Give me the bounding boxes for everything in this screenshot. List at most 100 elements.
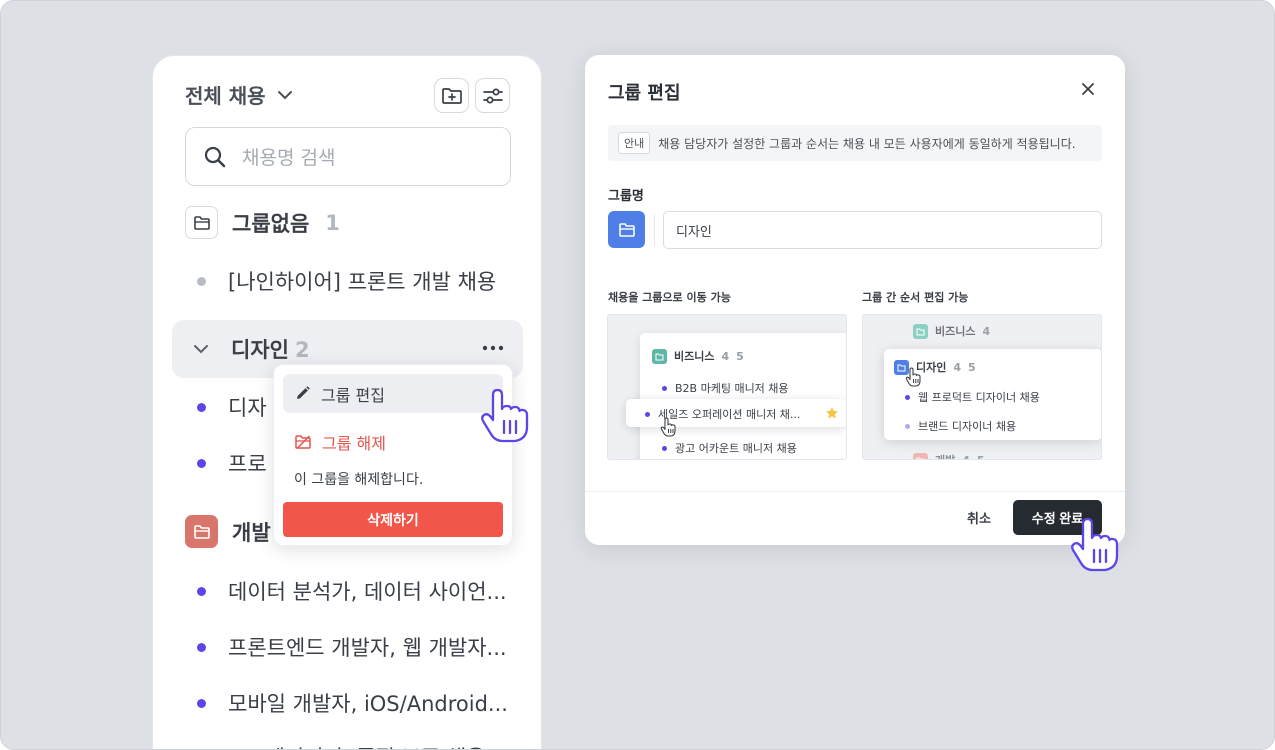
preview-group: 비즈니스 4 [913, 323, 990, 339]
group-options-menu: 그룹 편집 그룹 해제 이 그룹을 해제합니다. 삭제하기 [273, 364, 513, 546]
preview-group-name: 개발 [935, 452, 955, 459]
preview-item: 브랜드 디자이너 채용 [905, 418, 1016, 434]
list-item[interactable]: 프로 [197, 448, 267, 478]
sidebar-title-dropdown[interactable]: 전체 채용 [185, 80, 294, 109]
group-count: 2 [294, 338, 310, 362]
preview-item-label: 웹 프로덕트 디자이너 채용 [918, 391, 1040, 404]
preview-group-count-after: 5 [968, 360, 976, 374]
list-item[interactable]: 디자 [197, 392, 267, 422]
group-name-input[interactable]: 디자인 [663, 211, 1102, 249]
preview-item: B2B 마케팅 매니저 채용 [662, 380, 789, 396]
menu-item-label: 그룹 편집 [321, 385, 385, 405]
group-name-value: 디자인 [676, 224, 712, 240]
list-item-label: QA 엔지니어, 품질 보증 채용 [228, 742, 485, 749]
hand-cursor-icon [905, 367, 921, 387]
search-input[interactable]: 채용명 검색 [185, 127, 511, 186]
list-item-label: 데이터 분석가, 데이터 사이언... [228, 580, 507, 604]
bullet-dot [197, 698, 206, 708]
list-item-label: 프로 [228, 452, 267, 476]
list-item-label: 프론트엔드 개발자, 웹 개발자... [228, 636, 507, 660]
group-label: 그룹없음 [232, 211, 310, 236]
cancel-button[interactable]: 취소 [957, 500, 1001, 535]
preview-group-count: 4 [953, 360, 962, 374]
folder-icon [193, 215, 210, 230]
star-icon [826, 407, 838, 419]
preview-group-count: 4 [721, 349, 730, 363]
chevron-down-icon[interactable] [192, 340, 210, 358]
delete-button[interactable]: 삭제하기 [283, 502, 503, 537]
group-label: 개발 [232, 520, 271, 545]
preview-group: 비즈니스 4 5 [652, 348, 744, 364]
edit-group-modal: 그룹 편집 안내 채용 담당자가 설정한 그룹과 순서는 채용 내 모든 사용자… [585, 55, 1125, 545]
preview-reorder-groups: 비즈니스 4 개발 4 5 디자인 4 5 [862, 314, 1102, 460]
bullet-dot [645, 411, 650, 417]
hand-cursor-icon [481, 389, 529, 443]
menu-item-ungroup[interactable]: 그룹 해제 [283, 422, 503, 461]
menu-item-label: 그룹 해제 [322, 433, 386, 453]
list-item[interactable]: 데이터 분석가, 데이터 사이언... [197, 576, 507, 606]
notice-tag: 안내 [618, 132, 651, 154]
preview-group-count: 4 [962, 453, 970, 460]
group-name-label: 그룹명 [608, 189, 644, 204]
bullet-dot [905, 394, 910, 400]
bullet-dot [197, 402, 206, 412]
folder-color-button[interactable] [608, 211, 645, 248]
preview-item-label: 세일즈 오퍼레이션 매니저 채... [658, 408, 801, 421]
list-item-label: 모바일 개발자, iOS/Android... [228, 692, 508, 716]
sliders-icon [482, 88, 503, 103]
preview-group-count: 4 [982, 324, 991, 338]
list-item[interactable]: QA 엔지니어, 품질 보증 채용 [197, 742, 485, 749]
group-ungrouped[interactable]: 그룹없음 1 [185, 206, 340, 239]
folder-icon [913, 323, 928, 339]
preview-item: 광고 어카운트 매니저 채용 [662, 440, 797, 456]
list-item[interactable]: 모바일 개발자, iOS/Android... [197, 688, 508, 718]
sidebar-title: 전체 채용 [185, 84, 266, 108]
bullet-dot [662, 445, 667, 451]
group-dev[interactable]: 개발 [185, 515, 271, 548]
search-icon [204, 146, 226, 167]
list-item-label: 디자 [228, 396, 267, 420]
hand-cursor-icon [1071, 518, 1119, 572]
more-options-icon[interactable] [481, 338, 505, 358]
screen-background: 전체 채용 채용명 검색 그룹없음 1 [나인하이어] 프론트 개발 채용 디자… [0, 0, 1275, 750]
preview-item-label: B2B 마케팅 매니저 채용 [675, 382, 789, 395]
modal-title: 그룹 편집 [608, 83, 681, 104]
folder-icon [652, 348, 667, 364]
bullet-dot [197, 586, 206, 596]
preview-left-label: 채용을 그룹으로 이동 가능 [608, 291, 731, 304]
folder-icon [913, 452, 928, 459]
filter-settings-button[interactable] [475, 78, 510, 113]
list-item-label: [나인하이어] 프론트 개발 채용 [228, 270, 497, 294]
preview-right-label: 그룹 간 순서 편집 가능 [862, 291, 969, 304]
list-item[interactable]: [나인하이어] 프론트 개발 채용 [197, 266, 496, 296]
notice-banner: 안내 채용 담당자가 설정한 그룹과 순서는 채용 내 모든 사용자에게 동일하… [608, 125, 1102, 161]
pencil-icon [297, 386, 310, 399]
folder-off-icon [295, 435, 311, 450]
preview-item: 웹 프로덕트 디자이너 채용 [905, 389, 1040, 405]
close-icon[interactable] [1081, 82, 1095, 96]
chevron-down-icon [277, 90, 292, 99]
bullet-dot [197, 276, 206, 286]
preview-item-label: 브랜드 디자이너 채용 [918, 420, 1017, 433]
bullet-dot [905, 423, 910, 429]
bullet-dot [197, 642, 206, 652]
menu-item-edit-group[interactable]: 그룹 편집 [283, 374, 503, 413]
hand-cursor-icon [660, 417, 676, 437]
list-item[interactable]: 프론트엔드 개발자, 웹 개발자... [197, 632, 507, 662]
ungroup-description: 이 그룹을 해제합니다. [294, 472, 424, 488]
group-label-text: 디자인 [231, 338, 289, 362]
search-placeholder: 채용명 검색 [242, 147, 336, 169]
folder-icon [618, 222, 635, 237]
folder-plus-icon [441, 87, 462, 104]
notice-text: 채용 담당자가 설정한 그룹과 순서는 채용 내 모든 사용자에게 동일하게 적… [658, 136, 1076, 151]
folder-icon-box [185, 206, 218, 239]
add-folder-button[interactable] [434, 78, 469, 113]
preview-group-bottom: 개발 4 5 [913, 452, 985, 460]
group-count: 1 [325, 210, 340, 235]
footer-divider [585, 491, 1125, 492]
bullet-dot [197, 458, 206, 468]
preview-group-count-after: 5 [976, 453, 985, 460]
bullet-dot [662, 385, 667, 391]
preview-group-name: 비즈니스 [674, 350, 715, 363]
preview-item-label: 광고 어카운트 매니저 채용 [675, 442, 797, 455]
